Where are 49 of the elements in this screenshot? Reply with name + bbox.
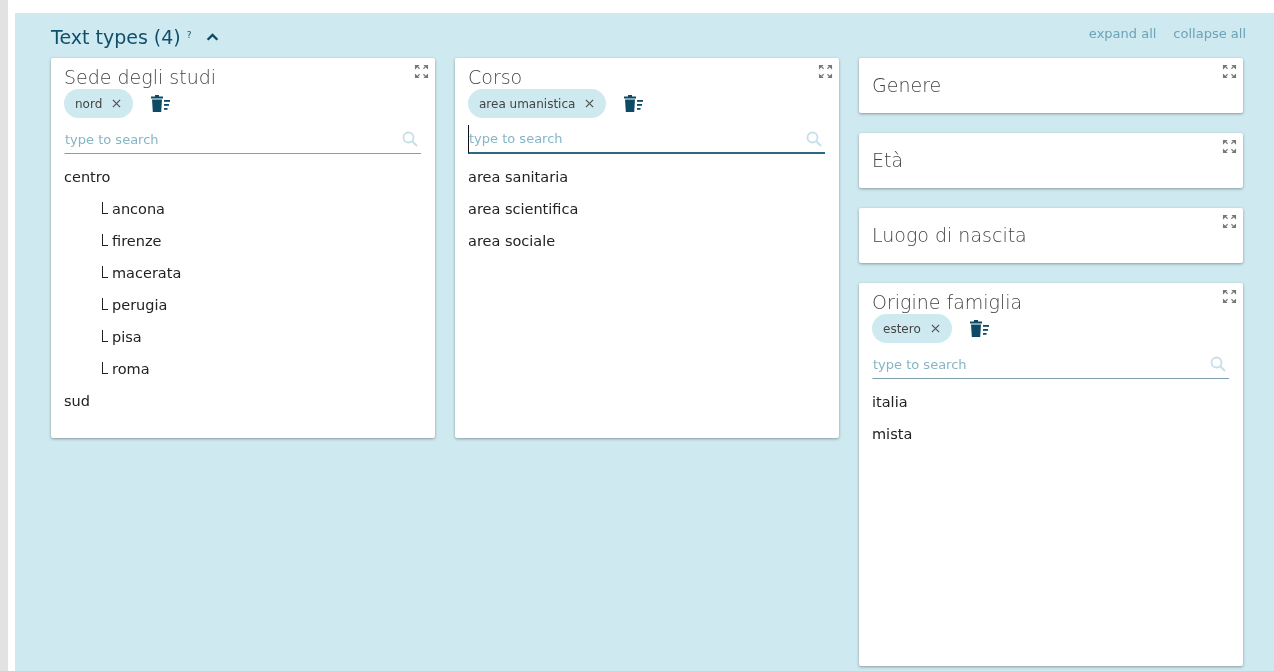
list-item[interactable]: ancona: [112, 197, 165, 229]
search-field[interactable]: type to search: [64, 125, 421, 154]
chip-label: nord: [75, 96, 103, 111]
expand-icon[interactable]: [818, 64, 833, 79]
close-icon[interactable]: [585, 99, 595, 108]
tree-branch-icon: [102, 298, 108, 310]
card-title: Luogo di nascita: [872, 224, 1028, 246]
list-item[interactable]: area sanitaria: [468, 165, 825, 197]
list-item[interactable]: mista: [872, 422, 1229, 454]
search-field[interactable]: type to search: [872, 350, 1229, 379]
list-item[interactable]: firenze: [112, 229, 162, 261]
list-item[interactable]: area sociale: [468, 229, 825, 261]
card-title: Genere: [872, 74, 943, 96]
list-item[interactable]: pisa: [112, 325, 142, 357]
close-icon[interactable]: [112, 99, 122, 108]
card-title: Età: [872, 149, 905, 171]
tree-branch-icon: [102, 234, 108, 246]
filter-chip[interactable]: area umanistica: [468, 89, 607, 118]
expand-icon[interactable]: [1222, 64, 1237, 79]
expand-icon[interactable]: [414, 64, 429, 79]
trash-icon[interactable]: [150, 94, 171, 113]
expand-icon[interactable]: [1222, 214, 1237, 229]
tree-branch-icon: [102, 202, 108, 214]
list-item[interactable]: area scientifica: [468, 197, 825, 229]
filter-chip[interactable]: estero: [872, 314, 952, 343]
expand-icon[interactable]: [1222, 289, 1237, 304]
tree-branch-icon: [102, 266, 108, 278]
search-field[interactable]: type to search: [468, 125, 825, 154]
expand-icon[interactable]: [1222, 139, 1237, 154]
card-title: Sede degli studi: [64, 66, 218, 88]
card-title: Corso: [468, 66, 524, 88]
close-icon[interactable]: [930, 324, 940, 333]
list-item[interactable]: perugia: [112, 293, 168, 325]
tree-branch-icon: [102, 362, 108, 374]
trash-icon[interactable]: [968, 319, 989, 338]
list-item[interactable]: sud: [64, 389, 421, 421]
list-item[interactable]: italia: [872, 390, 1229, 422]
section-title: Text types (4): [51, 25, 181, 48]
filter-chip[interactable]: nord: [64, 89, 134, 118]
chip-label: area umanistica: [479, 96, 576, 111]
card-title: Origine famiglia: [872, 291, 1024, 313]
chevron-icon[interactable]: [205, 32, 219, 41]
trash-icon[interactable]: [623, 94, 644, 113]
help-mark[interactable]: ?: [186, 29, 192, 40]
chip-label: estero: [883, 321, 921, 336]
tree-branch-icon: [102, 330, 108, 342]
list-item[interactable]: macerata: [112, 261, 182, 293]
list-item[interactable]: centro: [64, 165, 421, 197]
list-item[interactable]: roma: [112, 357, 150, 389]
